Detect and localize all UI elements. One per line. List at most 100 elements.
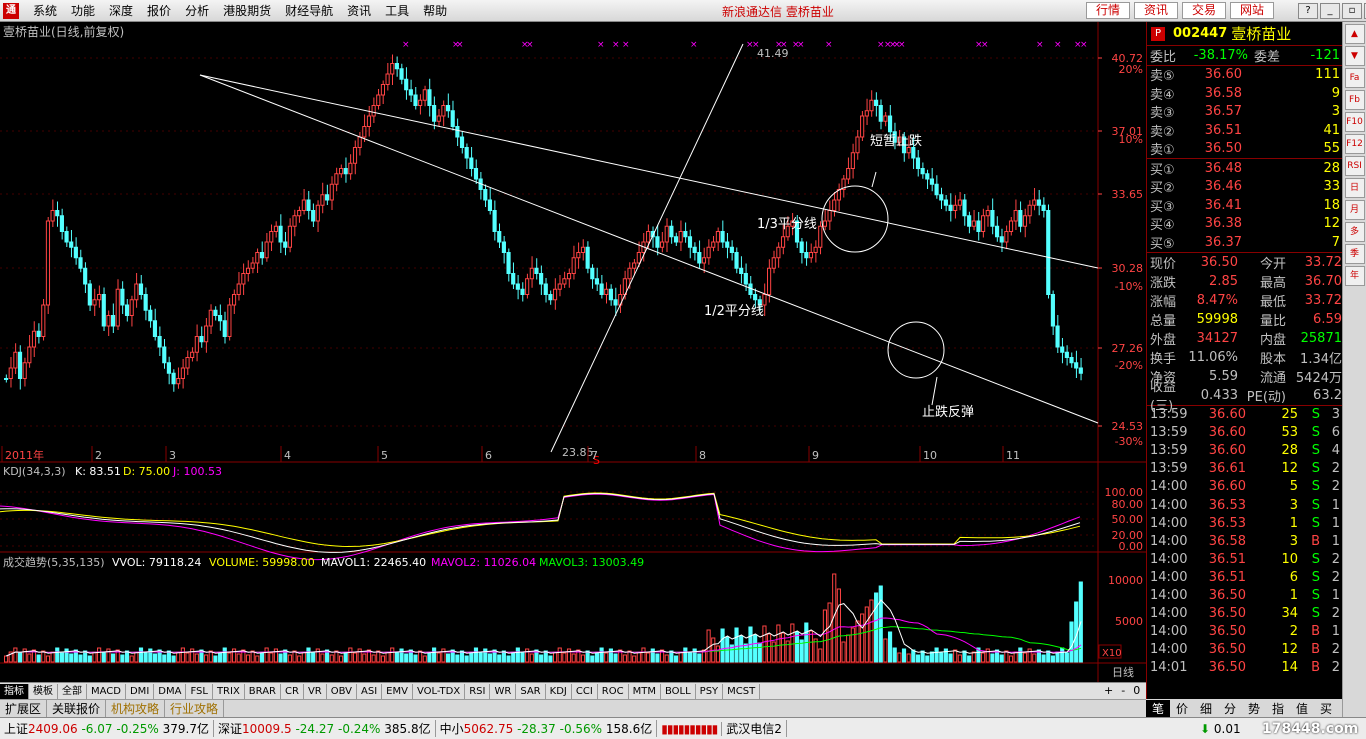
indicator-tab[interactable]: BRAR — [245, 683, 281, 699]
indicator-tab[interactable]: DMI — [126, 683, 155, 699]
panel-tab[interactable]: 买 — [1314, 700, 1338, 717]
toolbar-button[interactable]: ▼ — [1344, 46, 1365, 66]
indicator-tab[interactable]: VOL-TDX — [413, 683, 466, 699]
toolbar-button[interactable]: 季 — [1344, 244, 1365, 264]
toolbar-button[interactable]: 日 — [1344, 178, 1365, 198]
volume-bar — [162, 654, 167, 663]
panel-tab[interactable]: 值 — [1290, 700, 1314, 717]
top-button[interactable]: 网站 — [1230, 2, 1275, 19]
indicator-control[interactable]: - — [1117, 683, 1129, 698]
toolbar-button[interactable]: 月 — [1344, 200, 1365, 220]
indicator-tab[interactable]: FSL — [186, 683, 213, 699]
indicator-tab[interactable]: ASI — [357, 683, 383, 699]
indicator-tab[interactable]: MCST — [723, 683, 761, 699]
zx-index[interactable]: 中小5062.75 -28.37 -0.56% 158.6亿 — [436, 720, 658, 737]
panel-tab[interactable]: 势 — [1242, 700, 1266, 717]
restore-icon[interactable]: ▫ — [1342, 3, 1362, 19]
indicator-tab[interactable]: CR — [281, 683, 304, 699]
indicator-tab[interactable]: WR — [490, 683, 517, 699]
candle-body — [743, 273, 748, 285]
news-ticker[interactable]: 武汉电信2 — [722, 720, 787, 737]
extension-tab[interactable]: 关联报价 — [47, 700, 107, 717]
menu-item[interactable]: 帮助 — [416, 3, 454, 19]
volume-bar — [511, 651, 516, 663]
toolbar-button[interactable]: F12 — [1344, 134, 1365, 154]
trade-row: 14:00 36.53 3 S 1 — [1147, 496, 1342, 514]
weibi-row: 委比 -38.17% 委差 -121 — [1147, 46, 1342, 65]
top-button[interactable]: 行情 — [1086, 2, 1131, 19]
panel-tab[interactable]: 价 — [1170, 700, 1194, 717]
indicator-tab[interactable]: BOLL — [661, 683, 696, 699]
volume-bar — [636, 651, 641, 663]
indicator-tab[interactable]: TRIX — [213, 683, 245, 699]
help-icon[interactable]: ? — [1298, 3, 1318, 19]
menu-item[interactable]: 报价 — [140, 3, 178, 19]
kline-chart[interactable]: 壹桥苗业(日线,前复权) 41.49 23.85 S 1/3平分线 1/2平分线… — [0, 22, 1146, 682]
menu-item[interactable]: 深度 — [102, 3, 140, 19]
indicator-tab[interactable]: 指标 — [0, 683, 29, 699]
panel-tab[interactable]: 笔 — [1146, 699, 1170, 717]
menu-item[interactable]: 工具 — [378, 3, 416, 19]
menu-item[interactable]: 资讯 — [340, 3, 378, 19]
volume-bar — [539, 654, 544, 663]
volume-bar — [874, 592, 879, 663]
indicator-tab[interactable]: SAR — [516, 683, 546, 699]
candle-body — [459, 136, 465, 148]
panel-tab[interactable]: 指 — [1266, 700, 1290, 717]
indicator-tab[interactable]: MACD — [87, 683, 126, 699]
extension-tab[interactable]: 扩展区 — [0, 700, 48, 717]
menu-item[interactable]: 分析 — [178, 3, 216, 19]
toolbar-button[interactable]: 多 — [1344, 222, 1365, 242]
indicator-tab[interactable]: 模板 — [29, 683, 58, 699]
indicator-control[interactable]: 0 — [1129, 683, 1144, 698]
indicator-tab[interactable]: MTM — [629, 683, 661, 699]
toolbar-button[interactable]: RSI — [1344, 156, 1365, 176]
month-label: 9 — [812, 449, 819, 462]
trade-time: 14:00 — [1150, 569, 1188, 585]
trade-time: 13:59 — [1150, 461, 1188, 477]
indicator-tab[interactable]: VR — [304, 683, 327, 699]
volume-bar — [13, 647, 18, 663]
candle-body — [278, 225, 283, 243]
toolbar-button[interactable]: Fb — [1344, 90, 1365, 110]
indicator-control[interactable]: + — [1100, 683, 1117, 698]
indicator-tab[interactable]: DMA — [154, 683, 187, 699]
top-button[interactable]: 资讯 — [1134, 2, 1179, 19]
candle-body — [352, 147, 358, 164]
toolbar-button[interactable]: Fa — [1344, 68, 1365, 88]
toolbar-button[interactable]: ▲ — [1344, 24, 1365, 44]
panel-tab[interactable]: 分 — [1218, 700, 1242, 717]
toolbar-button[interactable]: 年 — [1344, 266, 1365, 286]
chart-area[interactable]: 壹桥苗业(日线,前复权) 41.49 23.85 S 1/3平分线 1/2平分线… — [0, 22, 1146, 682]
candle-body — [1055, 325, 1060, 348]
menu-item[interactable]: 功能 — [64, 3, 102, 19]
candle-body — [334, 173, 339, 185]
indicator-tab[interactable]: 全部 — [58, 683, 87, 699]
volume-bar — [515, 647, 520, 663]
toolbar-button[interactable]: F10 — [1344, 112, 1365, 132]
top-button[interactable]: 交易 — [1182, 2, 1227, 19]
indicator-tab[interactable]: CCI — [572, 683, 598, 699]
volume-bar — [194, 653, 199, 663]
candle-body — [50, 210, 55, 222]
menu-item[interactable]: 系统 — [26, 3, 64, 19]
indicator-tab[interactable]: KDJ — [546, 683, 572, 699]
extension-tab[interactable]: 机构攻略 — [106, 700, 166, 717]
indicator-tab[interactable]: ROC — [598, 683, 629, 699]
candle-body — [664, 225, 669, 243]
indicator-tab[interactable]: EMV — [382, 683, 413, 699]
sh-index[interactable]: 上证2409.06 -6.07 -0.25% 379.7亿 — [0, 720, 214, 737]
indicator-tab[interactable]: RSI — [465, 683, 491, 699]
menu-item[interactable]: 港股期货 — [216, 3, 278, 19]
panel-tab[interactable]: 细 — [1194, 700, 1218, 717]
indicator-tab[interactable]: OBV — [327, 683, 357, 699]
volume-bar — [97, 647, 102, 663]
extension-tab[interactable]: 行业攻略 — [165, 700, 225, 717]
sz-index[interactable]: 深证10009.5 -24.27 -0.24% 385.8亿 — [214, 720, 436, 737]
menu-item[interactable]: 财经导航 — [278, 3, 340, 19]
volume-bar — [55, 647, 60, 663]
candle-body — [8, 367, 13, 379]
indicator-tab[interactable]: PSY — [696, 683, 724, 699]
kdj-tick: 80.00 — [1112, 498, 1144, 511]
minimize-icon[interactable]: _ — [1320, 3, 1340, 19]
